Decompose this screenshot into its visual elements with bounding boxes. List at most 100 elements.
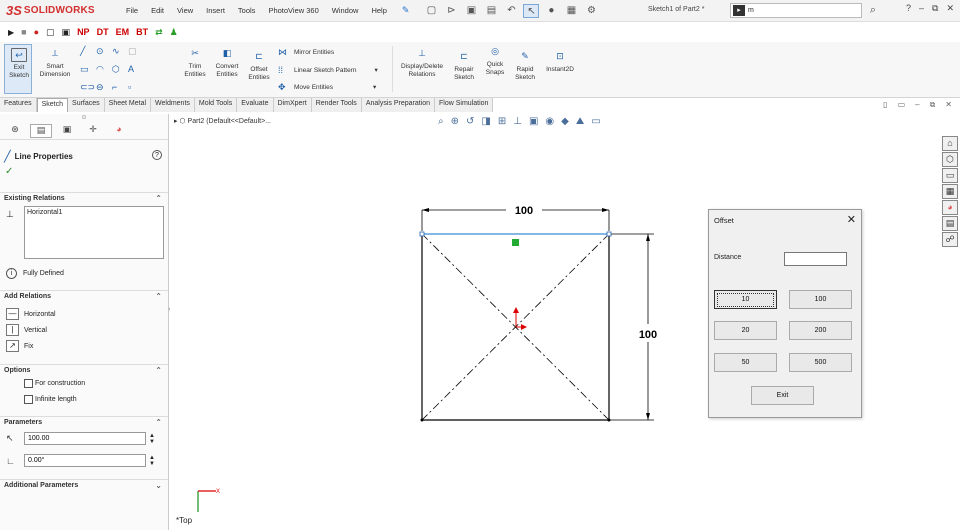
new-document-icon[interactable]: ▢	[423, 4, 439, 18]
plane-icon[interactable]: ▫	[128, 82, 140, 92]
chevron-up-icon[interactable]: ⌃	[155, 194, 162, 203]
chevron-up-icon[interactable]: ⌃	[155, 418, 162, 427]
mirror-entities-button[interactable]: ⋈ Mirror Entities	[278, 47, 334, 57]
offset-500-button[interactable]: 500	[789, 353, 852, 372]
rectangle-icon[interactable]: ▭	[80, 64, 92, 74]
tab-analysis-preparation[interactable]: Analysis Preparation	[361, 98, 436, 112]
stop-icon[interactable]: ■	[21, 27, 26, 37]
macro-new-icon[interactable]: ▢	[46, 27, 55, 38]
design-library-icon[interactable]: ⬡	[942, 152, 958, 167]
repair-sketch-button[interactable]: ⊏ Repair Sketch	[450, 50, 478, 81]
endpoint-handle[interactable]	[606, 231, 612, 237]
menu-help[interactable]: Help	[371, 6, 386, 15]
rectangle-tool-row[interactable]: ▭ ◠ ⬡ A	[80, 64, 144, 74]
macro-edit-icon[interactable]: ▣	[62, 27, 71, 38]
tile-icon[interactable]: ▯	[883, 100, 887, 110]
macro-bt-button[interactable]: BT	[136, 27, 148, 37]
offset-50-button[interactable]: 50	[714, 353, 777, 372]
file-explorer-icon[interactable]: ▭	[942, 168, 958, 183]
select-icon[interactable]: ↖	[523, 3, 540, 18]
endpoint[interactable]	[420, 418, 424, 422]
list-item[interactable]: Horizontal1	[27, 209, 161, 216]
trim-entities-button[interactable]: ✂ Trim Entities	[180, 47, 210, 78]
move-entities-button[interactable]: ✥ Move Entities ▾	[278, 82, 376, 92]
line-tool-row[interactable]: ╱ ⊙ ∿ ▢	[80, 46, 144, 56]
property-manager-tab-icon[interactable]: ▤	[30, 123, 52, 138]
minimize-icon[interactable]: ‒	[919, 3, 924, 14]
offset-entities-button[interactable]: ⊏ Offset Entities	[244, 50, 274, 81]
line-icon[interactable]: ╱	[80, 46, 92, 56]
save-icon[interactable]: ▣	[463, 4, 479, 18]
polygon-icon[interactable]: ⬡	[112, 64, 124, 74]
endpoint[interactable]	[607, 418, 611, 422]
dimension-top-value[interactable]: 100	[515, 205, 533, 217]
angle-stepper[interactable]: ▲ ▼	[149, 455, 155, 467]
search-box[interactable]: ▸ m ⌕	[730, 3, 876, 18]
run-icon[interactable]: ▶	[8, 28, 14, 37]
tab-mold-tools[interactable]: Mold Tools	[194, 98, 238, 112]
for-construction-checkbox[interactable]: For construction	[24, 379, 85, 388]
chevron-up-icon[interactable]: ⌃	[155, 292, 162, 301]
length-input[interactable]	[24, 432, 146, 445]
record-icon[interactable]: ●	[34, 27, 39, 37]
open-icon[interactable]: ⊳	[443, 4, 459, 18]
dimxpert-manager-tab-icon[interactable]: ✛	[82, 124, 104, 138]
angle-input[interactable]	[24, 454, 146, 467]
menu-window[interactable]: Window	[332, 6, 359, 15]
tab-render-tools[interactable]: Render Tools	[311, 98, 362, 112]
chevron-up-icon[interactable]: ⌃	[155, 366, 162, 375]
help-icon[interactable]: ?	[152, 150, 162, 160]
traffic-light-icon[interactable]: ●	[543, 4, 559, 18]
exit-sketch-button[interactable]: ↩ Exit Sketch	[4, 44, 32, 94]
relation-vertical[interactable]: | Vertical	[6, 324, 47, 336]
offset-100-button[interactable]: 100	[789, 290, 852, 309]
appearances-icon[interactable]: ◕	[942, 200, 958, 215]
macro-dt-button[interactable]: DT	[97, 27, 109, 37]
tab-dimxpert[interactable]: DimXpert	[273, 98, 312, 112]
doc-close-icon[interactable]: ✕	[945, 100, 952, 110]
search-input[interactable]: m	[748, 7, 754, 14]
text-icon[interactable]: A	[128, 64, 140, 74]
tab-flow-simulation[interactable]: Flow Simulation	[435, 98, 494, 112]
file-properties-icon[interactable]: ▦	[563, 4, 579, 18]
slot-tool-row[interactable]: ⊂⊃ ⊖ ⌐ ▫	[80, 82, 144, 92]
chevron-down-icon[interactable]: ▾	[375, 66, 378, 74]
offset-200-button[interactable]: 200	[789, 321, 852, 340]
display-manager-tab-icon[interactable]: ◕	[108, 124, 130, 138]
display-delete-relations-button[interactable]: ⊥ Display/Delete Relations	[395, 47, 449, 78]
length-stepper[interactable]: ▲ ▼	[149, 433, 155, 445]
fillet-icon[interactable]: ⌐	[112, 82, 124, 92]
menu-edit[interactable]: Edit	[151, 6, 164, 15]
doc-restore-icon[interactable]: ⧉	[930, 100, 936, 110]
tab-features[interactable]: Features	[0, 98, 37, 112]
macro-em-button[interactable]: EM	[116, 27, 130, 37]
tab-weldments[interactable]: Weldments	[151, 98, 195, 112]
menu-file[interactable]: File	[126, 6, 138, 15]
tile-horizontal-icon[interactable]: ▭	[898, 100, 906, 110]
print-icon[interactable]: ▤	[483, 4, 499, 18]
relation-fix[interactable]: ↗ Fix	[6, 340, 33, 352]
smart-dimension-button[interactable]: ⟂ Smart Dimension	[36, 47, 74, 78]
home-icon[interactable]: ⌂	[942, 136, 958, 151]
horizontal-relation-icon[interactable]	[512, 239, 519, 246]
tab-surfaces[interactable]: Surfaces	[68, 98, 105, 112]
existing-relations-header[interactable]: Existing Relations ⌃	[0, 192, 168, 204]
circle-icon[interactable]: ⊙	[96, 46, 108, 56]
existing-relations-list[interactable]: Horizontal1	[24, 206, 164, 259]
rapid-sketch-button[interactable]: ✎ Rapid Sketch	[511, 50, 539, 81]
pin-icon[interactable]: ✎	[402, 5, 410, 16]
ok-check-icon[interactable]: ✓	[5, 166, 13, 177]
instant2d-button[interactable]: ⊡ Instant2D	[541, 50, 579, 74]
quick-snaps-button[interactable]: ◎ Quick Snaps	[482, 45, 508, 76]
doc-minimize-icon[interactable]: ‒	[915, 100, 919, 110]
options-gear-icon[interactable]: ⚙	[583, 4, 599, 18]
help-icon[interactable]: ?	[906, 3, 911, 14]
additional-parameters-header[interactable]: Additional Parameters ⌄	[0, 479, 168, 491]
solidworks-logo[interactable]: 3S SOLIDWORKS	[6, 3, 106, 18]
restore-icon[interactable]: ⧉	[932, 3, 938, 14]
linear-pattern-button[interactable]: ⁞⁞ Linear Sketch Pattern ▾	[278, 65, 378, 75]
feature-manager-tab-icon[interactable]: ⊛	[4, 124, 26, 138]
search-icon[interactable]: ⌕	[870, 4, 876, 17]
parameters-header[interactable]: Parameters ⌃	[0, 416, 168, 428]
custom-properties-icon[interactable]: ▤	[942, 216, 958, 231]
